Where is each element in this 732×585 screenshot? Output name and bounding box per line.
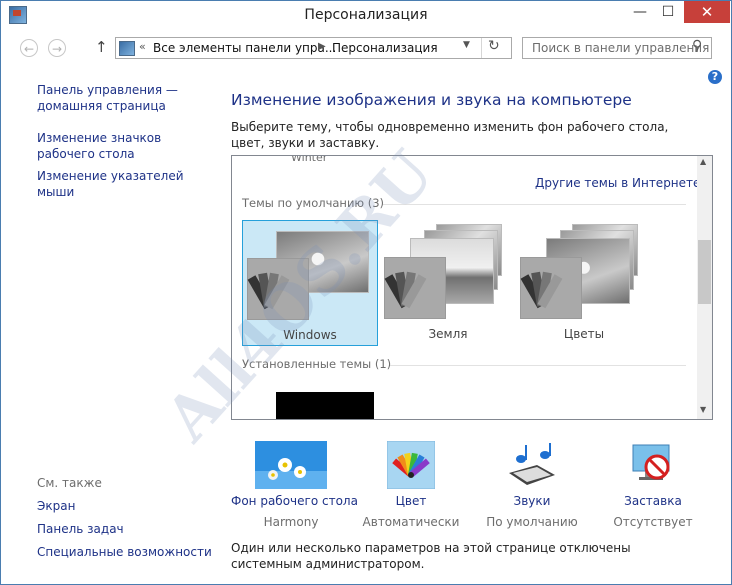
option-sounds-value: По умолчанию: [486, 515, 578, 529]
page-title: Изменение изображения и звука на компьют…: [231, 91, 632, 109]
back-button[interactable]: ←: [20, 39, 38, 57]
section-divider: [390, 365, 686, 366]
option-color-label[interactable]: Цвет: [351, 494, 471, 508]
address-divider: [481, 38, 482, 58]
breadcrumb-overflow-chevron[interactable]: «: [139, 40, 146, 53]
more-themes-online-link[interactable]: Другие темы в Интернете: [535, 176, 700, 190]
sidebar-link-taskbar[interactable]: Панель задач: [37, 521, 213, 537]
sidebar-link-control-panel-home[interactable]: Панель управления — домашняя страница: [37, 82, 213, 114]
see-also-heading: См. также: [37, 476, 102, 490]
option-desktop-background-label[interactable]: Фон рабочего стола: [231, 494, 358, 508]
scroll-thumb[interactable]: [698, 240, 711, 304]
option-desktop-background-value: Harmony: [263, 515, 319, 529]
installed-theme-thumbnail[interactable]: [276, 392, 374, 419]
themes-scrollbar[interactable]: ▲ ▼: [697, 156, 712, 419]
theme-earth-label: Земля: [428, 327, 468, 341]
up-button[interactable]: ↑: [95, 38, 108, 56]
theme-earth-color-swatch: [384, 257, 446, 319]
admin-notice: Один или несколько параметров на этой ст…: [231, 541, 631, 571]
sidebar-link-display[interactable]: Экран: [37, 498, 213, 514]
control-panel-icon: [119, 41, 135, 56]
search-placeholder: Поиск в панели управления: [532, 41, 710, 55]
search-input[interactable]: Поиск в панели управления ⚲: [522, 37, 712, 59]
refresh-icon[interactable]: ↻: [488, 38, 500, 54]
music-notes-icon[interactable]: [472, 439, 592, 491]
theme-earth[interactable]: Земля: [380, 220, 516, 346]
screensaver-none-icon[interactable]: [593, 439, 713, 491]
forward-button[interactable]: →: [48, 39, 66, 57]
maximize-button[interactable]: ☐: [655, 1, 681, 23]
address-dropdown-icon[interactable]: ▼: [463, 40, 470, 50]
scroll-down-arrow-icon[interactable]: ▼: [700, 405, 706, 414]
theme-flowers-color-swatch: [520, 257, 582, 319]
window-title: Персонализация: [304, 7, 428, 23]
minimize-button[interactable]: —: [627, 1, 653, 23]
option-sounds-label[interactable]: Звуки: [472, 494, 592, 508]
breadcrumb-all-items[interactable]: Все элементы панели упра...: [153, 41, 336, 55]
navigation-bar: ← → ↑ « Все элементы панели упра... ▶ Пе…: [1, 33, 731, 65]
page-subtitle: Выберите тему, чтобы одновременно измени…: [231, 120, 669, 150]
title-bar[interactable]: Персонализация — ☐ ✕: [1, 1, 731, 32]
theme-flowers-label: Цветы: [563, 327, 605, 341]
breadcrumb-personalization[interactable]: Персонализация: [332, 41, 438, 55]
breadcrumb-separator-icon[interactable]: ▶: [318, 41, 326, 52]
help-icon[interactable]: ?: [708, 70, 722, 84]
option-color-value: Автоматически: [362, 515, 460, 529]
option-screensaver-value: Отсутствует: [613, 515, 693, 529]
sidebar-link-accessibility[interactable]: Специальные возможности: [37, 544, 213, 560]
personalization-window: Персонализация — ☐ ✕ ← → ↑ « Все элемент…: [0, 0, 732, 585]
wallpaper-icon[interactable]: [231, 439, 351, 491]
sidebar-link-mouse-pointers[interactable]: Изменение указателей мыши: [37, 168, 213, 200]
theme-section-cut-label: Winter: [291, 155, 328, 164]
option-screensaver-label[interactable]: Заставка: [593, 494, 713, 508]
sidebar-link-desktop-icons[interactable]: Изменение значков рабочего стола: [37, 130, 213, 162]
scroll-up-arrow-icon[interactable]: ▲: [700, 157, 706, 166]
search-icon[interactable]: ⚲: [692, 38, 702, 54]
address-bar[interactable]: « Все элементы панели упра... ▶ Персонал…: [115, 37, 512, 59]
theme-flowers[interactable]: Цветы: [516, 220, 652, 346]
color-palette-icon[interactable]: [351, 439, 471, 491]
close-button[interactable]: ✕: [684, 1, 730, 23]
